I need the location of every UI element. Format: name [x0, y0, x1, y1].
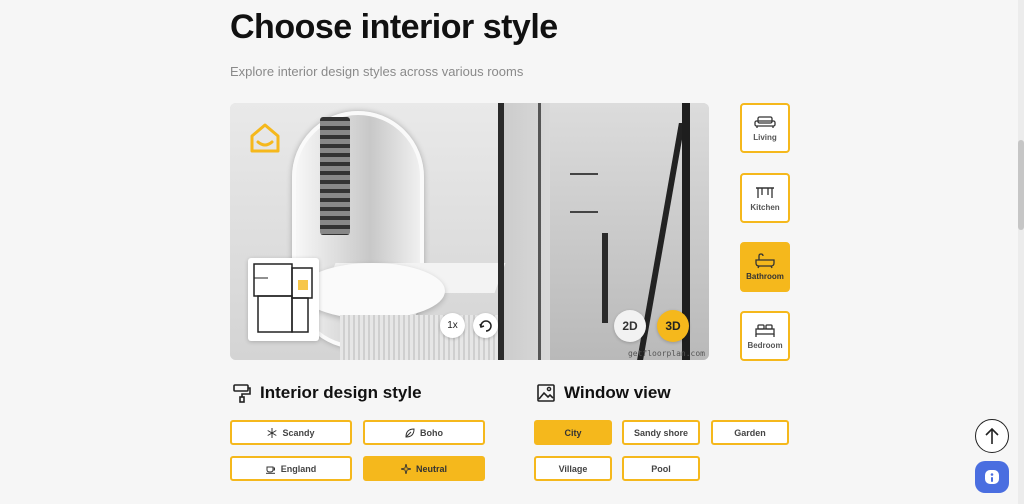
zoom-button[interactable]: 1x	[440, 313, 465, 338]
room-label: Kitchen	[750, 203, 780, 212]
bathtub-icon	[755, 253, 775, 269]
render-door-frame-2	[538, 103, 541, 360]
chat-icon	[985, 470, 999, 484]
render-sink	[300, 263, 445, 319]
render-door-frame	[498, 103, 504, 360]
rotate-icon	[478, 319, 492, 332]
style-scandy-button[interactable]: Scandy	[230, 420, 352, 445]
design-style-heading: Interior design style	[232, 383, 422, 403]
page-scrollbar[interactable]	[1018, 0, 1024, 504]
chip-label: Sandy shore	[633, 427, 689, 438]
page-title: Choose interior style	[230, 8, 558, 46]
chip-label: England	[280, 463, 317, 474]
view-pool-button[interactable]: Pool	[622, 456, 700, 481]
snowflake-icon	[267, 427, 278, 438]
chip-label: Neutral	[415, 463, 447, 474]
style-neutral-button[interactable]: Neutral	[363, 456, 485, 481]
room-kitchen-button[interactable]: Kitchen	[740, 173, 790, 223]
chip-label: Scandy	[282, 427, 315, 438]
view-garden-button[interactable]: Garden	[711, 420, 789, 445]
floor-plan-icon	[253, 263, 313, 333]
watermark: getfloorplan.com	[627, 349, 705, 358]
page: Choose interior style Explore interior d…	[0, 0, 1024, 504]
scrollbar-thumb[interactable]	[1018, 140, 1024, 230]
room-label: Living	[753, 133, 777, 142]
sparkle-icon	[400, 463, 411, 474]
chip-label: Garden	[734, 427, 766, 438]
chip-label: Village	[558, 463, 588, 474]
chat-button[interactable]	[975, 461, 1009, 493]
page-subtitle: Explore interior design styles across va…	[230, 64, 524, 79]
style-england-button[interactable]: England	[230, 456, 352, 481]
scroll-to-top-button[interactable]	[975, 419, 1009, 453]
room-3d-viewer[interactable]: 1x 2D 3D getfloorplan.com	[230, 103, 709, 360]
leaf-icon	[405, 427, 415, 438]
view-city-button[interactable]: City	[534, 420, 612, 445]
window-view-title: Window view	[564, 383, 671, 402]
style-boho-button[interactable]: Boho	[363, 420, 485, 445]
floor-plan-thumbnail[interactable]	[248, 258, 319, 341]
render-radiator	[320, 117, 350, 235]
window-view-heading: Window view	[536, 383, 671, 403]
sofa-icon	[754, 116, 776, 128]
view-sandy-shore-button[interactable]: Sandy shore	[622, 420, 700, 445]
room-bathroom-button[interactable]: Bathroom	[740, 242, 790, 292]
room-bedroom-button[interactable]: Bedroom	[740, 311, 790, 361]
rotate-button[interactable]	[473, 313, 498, 338]
design-style-title: Interior design style	[260, 383, 422, 402]
chip-label: Pool	[651, 463, 671, 474]
mode-3d-button[interactable]: 3D	[657, 310, 689, 342]
image-icon	[537, 384, 555, 402]
chip-label: City	[564, 427, 582, 438]
home-logo-icon	[250, 123, 280, 153]
arrow-up-icon	[985, 427, 999, 444]
teacup-icon	[265, 466, 275, 474]
room-label: Bedroom	[747, 341, 783, 350]
bed-icon	[755, 324, 775, 337]
room-living-button[interactable]: Living	[740, 103, 790, 153]
mode-2d-button[interactable]: 2D	[614, 310, 646, 342]
room-label: Bathroom	[746, 272, 784, 281]
paint-roller-icon	[233, 384, 251, 403]
view-village-button[interactable]: Village	[534, 456, 612, 481]
chip-label: Boho	[420, 427, 443, 438]
render-shower-handle	[602, 233, 608, 323]
table-icon	[756, 187, 774, 198]
render-shelf	[570, 173, 598, 213]
